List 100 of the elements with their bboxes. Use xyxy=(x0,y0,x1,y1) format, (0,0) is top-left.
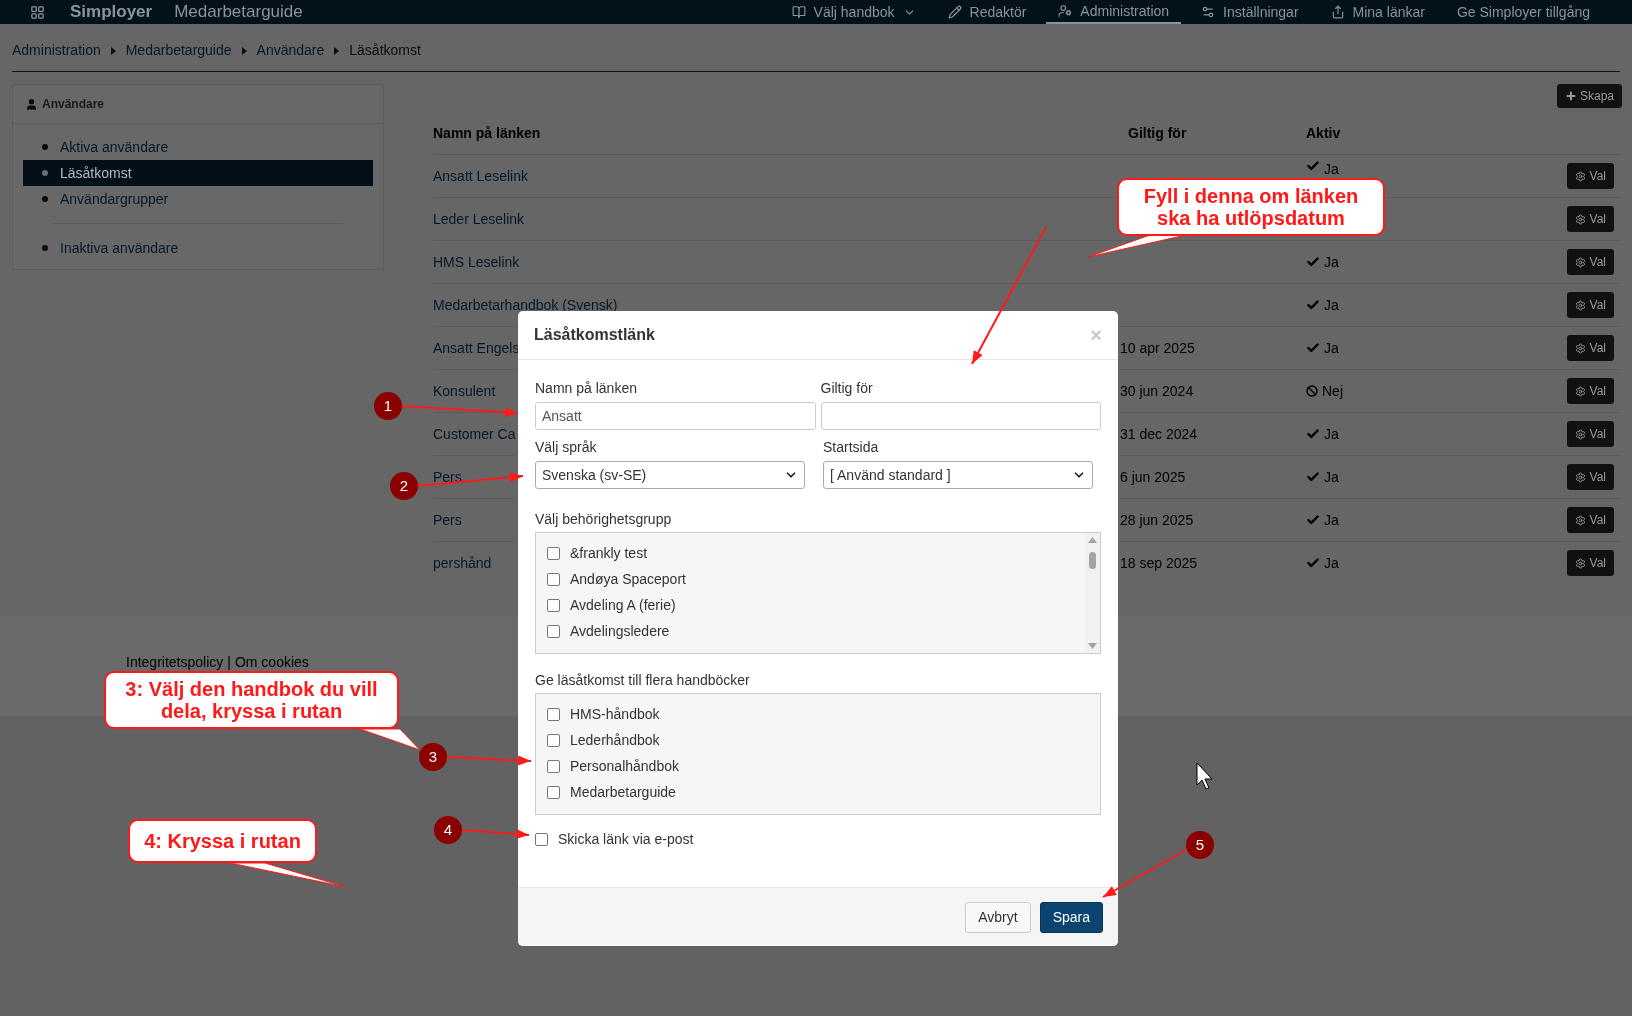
apps-grid-icon[interactable] xyxy=(30,4,45,20)
nav-item[interactable]: Administration xyxy=(1046,0,1182,24)
nav-item[interactable]: Mina länkar xyxy=(1318,0,1437,24)
field-label: Välj språk xyxy=(535,438,598,457)
gear-icon xyxy=(1574,342,1586,354)
logo: Simployer xyxy=(70,1,153,24)
table-cell-text: Ja xyxy=(1324,553,1339,573)
gear-icon xyxy=(1574,557,1586,569)
select-field[interactable]: Svenska (sv-SE) xyxy=(535,461,805,489)
checkbox-option[interactable]: HMS-håndbok xyxy=(547,704,1100,725)
options-button[interactable]: Val xyxy=(1566,206,1614,232)
scrollbar[interactable] xyxy=(1085,533,1100,653)
footer-separator: | xyxy=(227,653,231,672)
step-marker: 4 xyxy=(434,816,462,844)
nav-item[interactable]: Inställningar xyxy=(1189,0,1311,24)
cancel-button[interactable]: Avbryt xyxy=(965,901,1031,933)
footer-link[interactable]: Om cookies xyxy=(234,652,309,673)
checkbox[interactable] xyxy=(547,625,560,638)
gear-icon xyxy=(1574,299,1586,311)
checkbox[interactable] xyxy=(547,760,560,773)
scrollbar-thumb[interactable] xyxy=(1089,551,1096,569)
table-cell: 10 apr 2025 xyxy=(1120,339,1195,356)
nav-icon xyxy=(791,5,806,19)
checkbox[interactable] xyxy=(547,599,560,612)
nav-icon xyxy=(1058,4,1073,18)
bullet-icon xyxy=(42,245,48,251)
callout-tail xyxy=(359,728,421,751)
options-button[interactable]: Val xyxy=(1566,378,1614,404)
table-cell-text: Ja xyxy=(1324,424,1339,444)
gear-icon xyxy=(1574,514,1586,526)
options-button[interactable]: Val xyxy=(1566,249,1614,275)
nav-item[interactable]: Välj handbok xyxy=(779,0,928,24)
product-title: Medarbetarguide xyxy=(174,1,303,24)
breadcrumb-separator-icon xyxy=(241,46,247,55)
step-marker: 3 xyxy=(419,743,447,771)
options-button[interactable]: Val xyxy=(1566,335,1614,361)
field-label: Startsida xyxy=(823,438,880,457)
footer-link[interactable]: Integritetspolicy xyxy=(126,652,224,673)
nav-icon xyxy=(1330,5,1345,19)
section-label: Välj behörighetsgrupp xyxy=(535,510,673,529)
field-label: Namn på länken xyxy=(535,379,638,398)
checkbox-option[interactable]: &frankly test xyxy=(547,543,1085,564)
table-cell: 18 sep 2025 xyxy=(1120,554,1198,571)
table-cell: 31 dec 2024 xyxy=(1120,425,1198,442)
sidebar-item[interactable]: Läsåtkomst xyxy=(23,160,373,186)
options-button[interactable]: Val xyxy=(1566,464,1614,490)
options-button[interactable]: Val xyxy=(1566,550,1614,576)
checkbox-option[interactable]: Avdeling A (ferie) xyxy=(547,595,1085,616)
nav-item[interactable]: Redaktör xyxy=(935,0,1039,24)
checkbox-option[interactable]: Andøya Spaceport xyxy=(547,569,1085,590)
checkbox-option[interactable]: Avdelingsledere xyxy=(547,621,1085,642)
annotation-arrow xyxy=(461,829,530,839)
user-icon xyxy=(25,97,38,111)
table-cell-text: Ja xyxy=(1324,338,1339,358)
breadcrumb-current: Läsåtkomst xyxy=(349,41,421,60)
nav-icon xyxy=(947,5,962,19)
gear-icon xyxy=(1574,170,1586,182)
checkbox-option[interactable]: Lederhåndbok xyxy=(547,730,1100,751)
options-button[interactable]: Val xyxy=(1566,163,1614,189)
checkbox-option[interactable]: Personalhåndbok xyxy=(547,756,1100,777)
breadcrumb-separator-icon xyxy=(334,46,340,55)
step-marker: 5 xyxy=(1186,831,1214,859)
column-header: Aktiv xyxy=(1306,124,1341,143)
table-cell-text: Ja xyxy=(1324,252,1339,272)
select-field[interactable]: [ Använd standard ] xyxy=(823,461,1093,489)
table-cell-text: Ja xyxy=(1324,467,1339,487)
column-header: Giltig för xyxy=(1128,124,1188,143)
options-button[interactable]: Val xyxy=(1566,292,1614,318)
gear-icon xyxy=(1574,385,1586,397)
table-cell-text: Ja xyxy=(1324,159,1339,179)
section-label: Ge läsåtkomst till flera handböcker xyxy=(535,671,751,690)
checkbox-option[interactable]: Skicka länk via e-post xyxy=(535,829,1101,850)
gear-icon xyxy=(1574,471,1586,483)
bullet-icon xyxy=(42,170,48,176)
create-button[interactable]: Skapa xyxy=(1556,84,1622,108)
valid-for-input-field[interactable] xyxy=(820,402,1101,430)
options-button[interactable]: Val xyxy=(1566,421,1614,447)
checkbox[interactable] xyxy=(547,547,560,560)
modal-title: Läsåtkomstlänk xyxy=(534,325,655,345)
options-button[interactable]: Val xyxy=(1566,507,1614,533)
checkbox[interactable] xyxy=(547,786,560,799)
checkbox[interactable] xyxy=(547,734,560,747)
gear-icon xyxy=(1574,213,1586,225)
nav-icon xyxy=(1201,5,1216,19)
breadcrumb-separator-icon xyxy=(110,46,116,55)
checkbox[interactable] xyxy=(547,708,560,721)
nav-item[interactable]: Ge Simployer tillgång xyxy=(1444,0,1602,24)
cursor-icon xyxy=(1196,762,1213,790)
gear-icon xyxy=(1574,428,1586,440)
table-cell: 6 jun 2025 xyxy=(1120,468,1186,485)
checkbox-option[interactable]: Medarbetarguide xyxy=(547,782,1100,803)
field-label: Giltig för xyxy=(820,379,874,398)
table-cell: 30 jun 2024 xyxy=(1120,382,1194,399)
column-header: Namn på länken xyxy=(433,124,542,143)
name-input-field[interactable]: Ansatt xyxy=(535,402,816,430)
checkbox[interactable] xyxy=(535,833,548,846)
checkbox[interactable] xyxy=(547,573,560,586)
gear-icon xyxy=(1574,256,1586,268)
bullet-icon xyxy=(42,196,48,202)
save-button[interactable]: Spara xyxy=(1039,901,1103,933)
